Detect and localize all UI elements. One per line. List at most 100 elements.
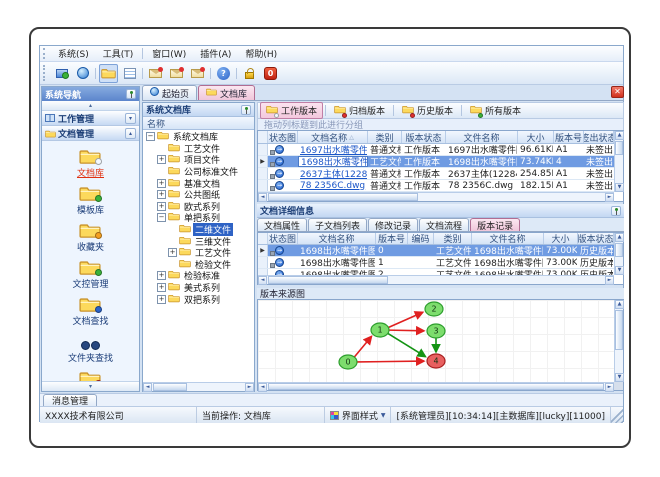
scroll-up-icon[interactable]: ▲ (615, 131, 624, 140)
tree-node-9[interactable]: 二维文件 (143, 223, 254, 237)
column-header-2[interactable]: 文档名称 (298, 233, 376, 244)
tree-node-2[interactable]: 工艺文件 (143, 143, 254, 155)
detail-tab-1[interactable]: 文档属性 (257, 218, 308, 232)
version-filter-2[interactable]: 归档版本 (328, 102, 391, 119)
pin-icon[interactable] (126, 89, 136, 99)
sidebar-item-7[interactable]: 签出的文档 (68, 367, 113, 381)
scroll-right-icon[interactable]: ► (605, 383, 614, 392)
column-header-6[interactable]: 文件名称 (472, 233, 544, 244)
resize-grip[interactable] (611, 407, 623, 423)
tree-node-8[interactable]: − 单把系列 (143, 212, 254, 224)
scroll-down-icon[interactable]: ▼ (615, 183, 624, 192)
scroll-right-icon[interactable]: ► (605, 193, 614, 202)
detail-tab-4[interactable]: 文档流程 (419, 218, 470, 232)
workspace-icon[interactable] (52, 64, 71, 83)
document-link[interactable]: 1698出水嘴零件图.dwg (301, 157, 367, 166)
pin-icon[interactable] (611, 205, 621, 216)
column-header-3[interactable]: 版本号 (376, 233, 408, 244)
tree-node-5[interactable]: + 基准文档 (143, 177, 254, 190)
scroll-thumb[interactable] (615, 243, 623, 257)
scroll-right-icon[interactable]: ► (605, 276, 614, 285)
grid-vertical-scrollbar[interactable]: ▲ ▼ (614, 233, 624, 275)
sidebar-scroll-down-button[interactable]: ▾ (42, 381, 139, 391)
chevron-down-icon[interactable]: ▾ (125, 112, 136, 124)
table-row[interactable]: →2637主体(12284).dwg普通文档工作版本2637主体(12284).… (258, 168, 614, 180)
grid-horizontal-scrollbar[interactable]: ◄ ► (258, 192, 614, 202)
scroll-thumb[interactable] (615, 141, 623, 155)
scroll-down-icon[interactable]: ▼ (615, 266, 624, 275)
document-link[interactable]: 2637主体(12284).dwg (300, 168, 367, 179)
document-link[interactable]: 78 2356C.dwg (300, 181, 365, 191)
mail-alert-icon[interactable] (188, 64, 207, 83)
tree-node-11[interactable]: + 工艺文件 (143, 247, 254, 259)
scroll-left-icon[interactable]: ◄ (143, 383, 152, 392)
version-filter-4[interactable]: 所有版本 (464, 102, 527, 119)
globe-icon[interactable] (73, 64, 92, 83)
graph-vertical-scrollbar[interactable]: ▲ ▼ (614, 300, 624, 382)
report-icon[interactable] (120, 64, 139, 83)
grid-horizontal-scrollbar[interactable]: ◄ ► (258, 275, 614, 285)
folder-open-icon[interactable] (99, 63, 118, 83)
column-header-8[interactable]: 签出状态 (584, 131, 614, 143)
expand-icon[interactable]: + (157, 190, 166, 200)
tree-horizontal-scrollbar[interactable]: ◄ ► (143, 382, 254, 392)
tree-node-14[interactable]: + 美式系列 (143, 282, 254, 294)
table-row[interactable]: ▶→1698出水嘴零件图.dwg工艺文件工作版本1698出水嘴零件图.dwg73… (258, 156, 614, 168)
tab-document-library[interactable]: 文档库 (198, 85, 256, 100)
column-header-5[interactable]: 类别 (434, 233, 472, 244)
column-header-1[interactable]: 状态图 (268, 131, 298, 143)
scroll-up-icon[interactable]: ▲ (615, 300, 624, 309)
scroll-thumb[interactable] (268, 276, 388, 284)
menu-item-1[interactable]: 系统(S) (51, 46, 96, 61)
detail-tab-5[interactable]: 版本记录 (470, 218, 521, 232)
expand-icon[interactable]: + (168, 248, 177, 258)
sidebar-item-6[interactable]: 文件夹查找 (68, 330, 113, 364)
sidebar-item-2[interactable]: 模板库 (77, 182, 104, 216)
expand-icon[interactable]: + (157, 201, 166, 211)
tree-node-12[interactable]: 检验文件 (143, 259, 254, 271)
detail-tab-3[interactable]: 修改记录 (368, 218, 419, 232)
sidebar-scroll-up-button[interactable]: ▴ (42, 101, 139, 111)
tree-node-10[interactable]: 三维文件 (143, 235, 254, 248)
document-link[interactable]: 1697出水嘴零件图.dwg (300, 144, 367, 155)
tab-start-page[interactable]: 起始页 (142, 85, 198, 100)
column-header-5[interactable]: 文件名称 (446, 131, 518, 143)
expand-icon[interactable]: + (157, 155, 166, 165)
exit-icon[interactable]: 0 (261, 64, 280, 83)
expand-icon[interactable]: + (157, 294, 166, 304)
collapse-icon[interactable]: − (157, 213, 166, 223)
column-header-6[interactable]: 大小 (518, 131, 554, 143)
version-filter-1[interactable]: 工作版本 (260, 102, 324, 119)
scroll-left-icon[interactable]: ◄ (258, 276, 267, 285)
sidebar-item-5[interactable]: 文档查找 (72, 293, 109, 327)
tree-node-1[interactable]: − 系统文档库 (143, 131, 254, 143)
graph-horizontal-scrollbar[interactable]: ◄ ► (258, 382, 614, 392)
menu-item-4[interactable]: 插件(A) (193, 46, 238, 61)
scroll-right-icon[interactable]: ► (245, 383, 254, 392)
tree-node-15[interactable]: + 双把系列 (143, 293, 254, 306)
expand-icon[interactable]: + (157, 271, 166, 281)
scroll-down-icon[interactable]: ▼ (615, 373, 624, 382)
table-row[interactable]: → 78 2356C.dwg 普通文档工作版本 78 2356C.dwg 182.15K… (258, 180, 614, 192)
table-row[interactable]: ▶→1698出水嘴零件图.dwg0工艺文件1698出水嘴零件图.dwg73.00… (258, 245, 614, 257)
table-row[interactable]: →1697出水嘴零件图.dwg普通文档工作版本1697出水嘴零件图.dwg96.… (258, 144, 614, 156)
tree-node-13[interactable]: + 检验标准 (143, 270, 254, 282)
column-header-7[interactable]: 大小 (544, 233, 578, 244)
scroll-thumb[interactable] (153, 383, 187, 391)
ui-style-button[interactable]: 界面样式 ▼ (325, 407, 392, 423)
sidebar-group-2[interactable]: 文档管理 ▴ (42, 126, 139, 141)
scroll-left-icon[interactable]: ◄ (258, 193, 267, 202)
collapse-icon[interactable]: − (146, 132, 155, 142)
close-icon[interactable]: ✕ (611, 86, 624, 98)
tree-node-7[interactable]: + 欧式系列 (143, 201, 254, 213)
tree-node-3[interactable]: + 项目文件 (143, 154, 254, 166)
column-header-1[interactable]: 状态图 (268, 233, 298, 244)
sidebar-group-1[interactable]: 工作管理 ▾ (42, 111, 139, 126)
sidebar-item-3[interactable]: 收藏夹 (77, 219, 104, 253)
menu-item-5[interactable]: 帮助(H) (238, 46, 284, 61)
column-header-8[interactable]: 版本状态 (578, 233, 614, 244)
column-header-7[interactable]: 版本号 (554, 131, 584, 143)
chevron-up-icon[interactable]: ▴ (125, 127, 136, 139)
scroll-left-icon[interactable]: ◄ (258, 383, 267, 392)
lock-icon[interactable] (240, 64, 259, 83)
